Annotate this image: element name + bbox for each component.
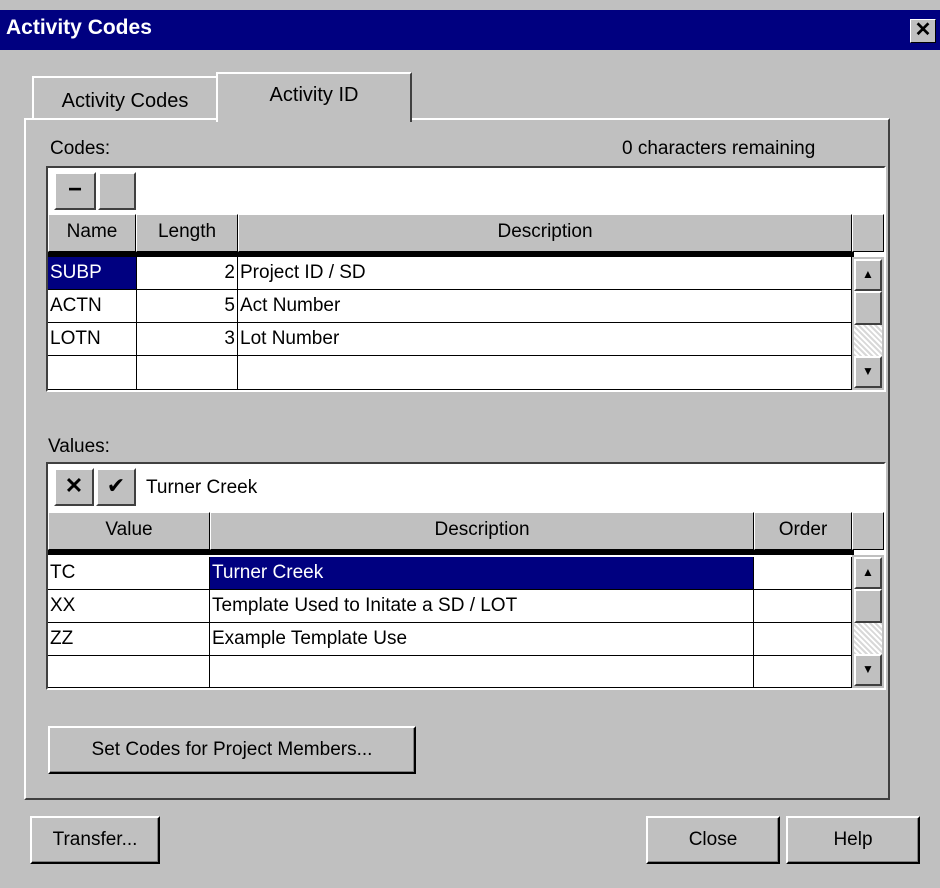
scroll-track[interactable] xyxy=(854,325,882,356)
table-row-value[interactable]: ZZ xyxy=(48,623,210,656)
characters-remaining: 0 characters remaining xyxy=(622,138,816,159)
values-scrollbar[interactable]: ▲ ▼ xyxy=(852,555,884,688)
scroll-down-icon[interactable]: ▼ xyxy=(854,356,882,388)
table-row-value[interactable]: TC xyxy=(48,557,210,590)
tab-activity-id[interactable]: Activity ID xyxy=(216,72,412,122)
table-row-value[interactable]: XX xyxy=(48,590,210,623)
tab-activity-codes-label: Activity Codes xyxy=(61,90,189,112)
table-row-value-description[interactable]: Turner Creek xyxy=(210,557,754,590)
col-header-value-description[interactable]: Description xyxy=(210,512,754,550)
scroll-up-icon[interactable]: ▲ xyxy=(854,259,882,291)
col-header-length[interactable]: Length xyxy=(136,214,238,252)
col-header-order[interactable]: Order xyxy=(754,512,852,550)
table-row-length[interactable]: 5 xyxy=(137,290,238,323)
table-row-value-description[interactable]: Template Used to Initate a SD / LOT xyxy=(210,590,754,623)
col-header-blank xyxy=(852,512,884,550)
table-row-value-description[interactable] xyxy=(210,656,754,688)
window-title: Activity Codes xyxy=(6,16,152,39)
table-row-description[interactable]: Project ID / SD xyxy=(238,257,852,290)
close-icon[interactable]: ✕ xyxy=(910,19,936,43)
values-label: Values: xyxy=(48,436,110,457)
table-row-length[interactable]: 2 xyxy=(137,257,238,290)
scroll-thumb[interactable] xyxy=(854,589,882,623)
table-row-name[interactable]: SUBP xyxy=(48,257,137,290)
scroll-up-icon[interactable]: ▲ xyxy=(854,557,882,589)
scroll-track[interactable] xyxy=(854,623,882,654)
close-button[interactable]: Close xyxy=(646,816,780,864)
tab-join xyxy=(218,118,410,122)
table-row-description[interactable] xyxy=(238,356,852,390)
codes-scrollbar[interactable]: ▲ ▼ xyxy=(852,257,884,390)
col-header-description[interactable]: Description xyxy=(238,214,852,252)
table-row-order[interactable] xyxy=(754,590,852,623)
scroll-thumb[interactable] xyxy=(854,291,882,325)
table-row-description[interactable]: Act Number xyxy=(238,290,852,323)
tab-activity-id-label: Activity ID xyxy=(269,84,359,106)
table-row-order[interactable] xyxy=(754,623,852,656)
transfer-button[interactable]: Transfer... xyxy=(30,816,160,864)
table-row-length[interactable] xyxy=(137,356,238,390)
tab-activity-codes[interactable]: Activity Codes xyxy=(32,76,218,120)
code-blank-button[interactable] xyxy=(98,172,136,210)
scroll-down-icon[interactable]: ▼ xyxy=(854,654,882,686)
title-bar: Activity Codes ✕ xyxy=(0,10,940,50)
set-codes-button[interactable]: Set Codes for Project Members... xyxy=(48,726,416,774)
activity-codes-dialog: Activity Codes ✕ Activity Codes Activity… xyxy=(0,0,940,888)
table-row-name[interactable]: LOTN xyxy=(48,323,137,356)
table-row-value-description[interactable]: Example Template Use xyxy=(210,623,754,656)
codes-label: Codes: xyxy=(50,138,111,159)
delete-code-button[interactable]: − xyxy=(54,172,96,210)
table-row-description[interactable]: Lot Number xyxy=(238,323,852,356)
accept-value-icon[interactable]: ✔ xyxy=(96,468,136,506)
table-row-order[interactable] xyxy=(754,557,852,590)
code-edit-field[interactable] xyxy=(138,170,882,212)
table-row-length[interactable]: 3 xyxy=(137,323,238,356)
header-separator xyxy=(48,550,854,555)
help-button[interactable]: Help xyxy=(786,816,920,864)
col-header-name[interactable]: Name xyxy=(48,214,136,252)
table-row-value[interactable] xyxy=(48,656,210,688)
table-row-name[interactable]: ACTN xyxy=(48,290,137,323)
cancel-value-icon[interactable]: ✕ xyxy=(54,468,94,506)
col-header-value[interactable]: Value xyxy=(48,512,210,550)
value-edit-field[interactable]: Turner Creek xyxy=(138,466,882,510)
table-row-name[interactable] xyxy=(48,356,137,390)
col-header-blank xyxy=(852,214,884,252)
table-row-order[interactable] xyxy=(754,656,852,688)
